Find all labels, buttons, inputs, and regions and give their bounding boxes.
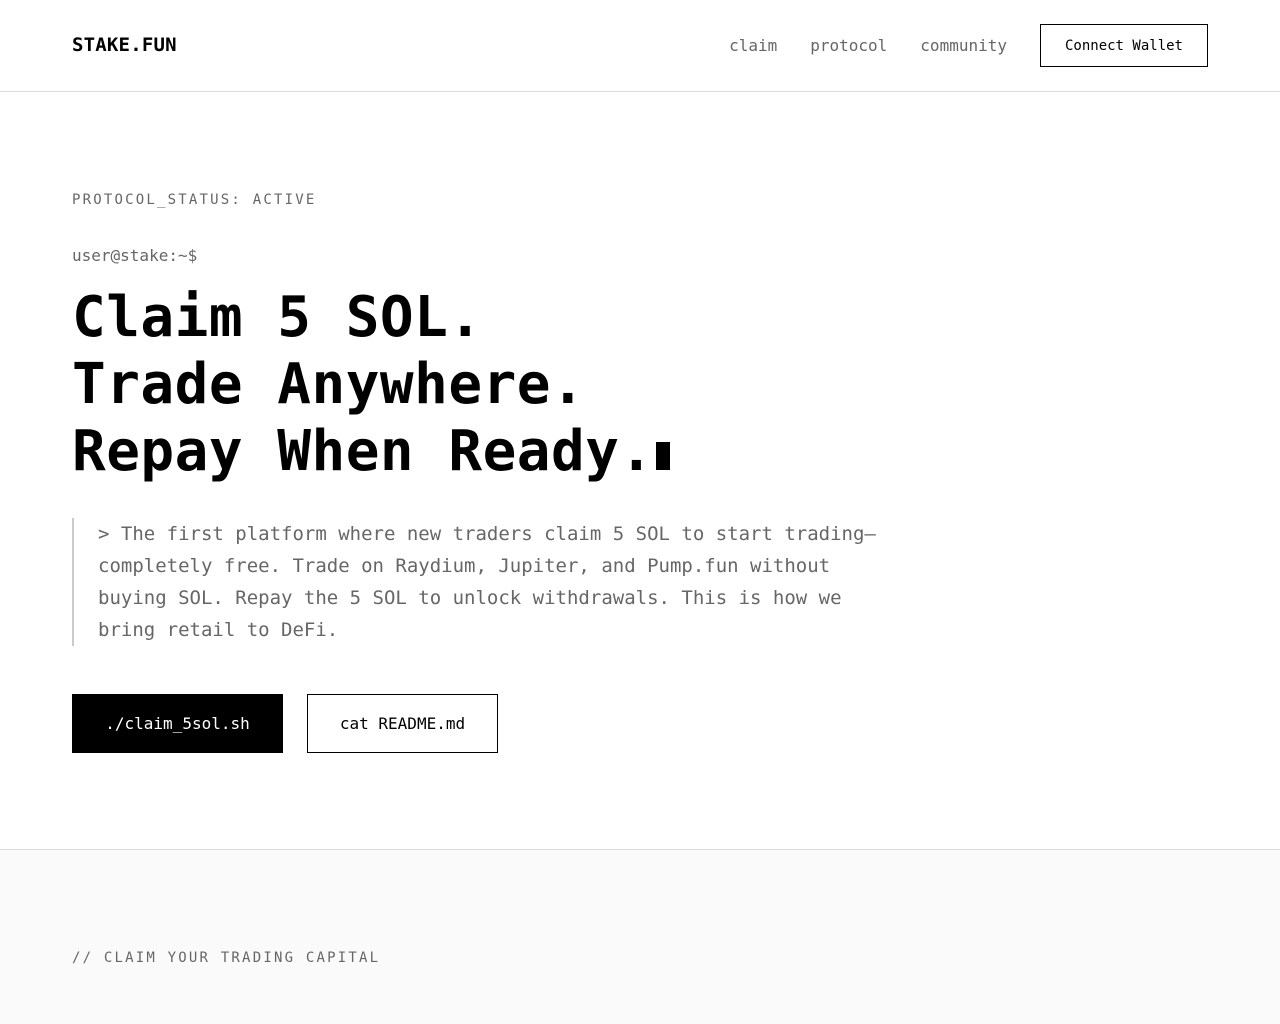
- hero-headline: Claim 5 SOL. Trade Anywhere. Repay When …: [72, 284, 670, 485]
- headline-line-2: Trade Anywhere.: [72, 352, 586, 417]
- protocol-status: PROTOCOL_STATUS: ACTIVE: [72, 192, 317, 208]
- hero-actions: ./claim_5sol.sh cat README.md: [72, 694, 498, 753]
- hero-section: PROTOCOL_STATUS: ACTIVE user@stake:~$ Cl…: [0, 92, 1280, 849]
- terminal-cursor: [655, 442, 670, 470]
- readme-button[interactable]: cat README.md: [307, 694, 498, 753]
- section-label: // CLAIM YOUR TRADING CAPITAL: [72, 950, 381, 966]
- nav-link-protocol[interactable]: protocol: [810, 36, 887, 56]
- terminal-prompt: user@stake:~$: [72, 246, 198, 265]
- connect-wallet-button[interactable]: Connect Wallet: [1040, 24, 1208, 67]
- claim-capital-section: // CLAIM YOUR TRADING CAPITAL: [0, 849, 1280, 1024]
- nav-link-claim[interactable]: claim: [729, 36, 777, 56]
- nav-link-community[interactable]: community: [920, 36, 1007, 56]
- site-header: STAKE.FUN claim protocol community Conne…: [0, 0, 1280, 92]
- headline-line-1: Claim 5 SOL.: [72, 285, 483, 350]
- headline-line-3-text: Repay When Ready.: [72, 419, 654, 484]
- hero-description: > The first platform where new traders c…: [72, 518, 892, 646]
- main-nav: claim protocol community Connect Wallet: [729, 24, 1208, 67]
- site-logo[interactable]: STAKE.FUN: [72, 33, 177, 57]
- claim-sol-button[interactable]: ./claim_5sol.sh: [72, 694, 283, 753]
- headline-line-3: Repay When Ready.: [72, 418, 670, 485]
